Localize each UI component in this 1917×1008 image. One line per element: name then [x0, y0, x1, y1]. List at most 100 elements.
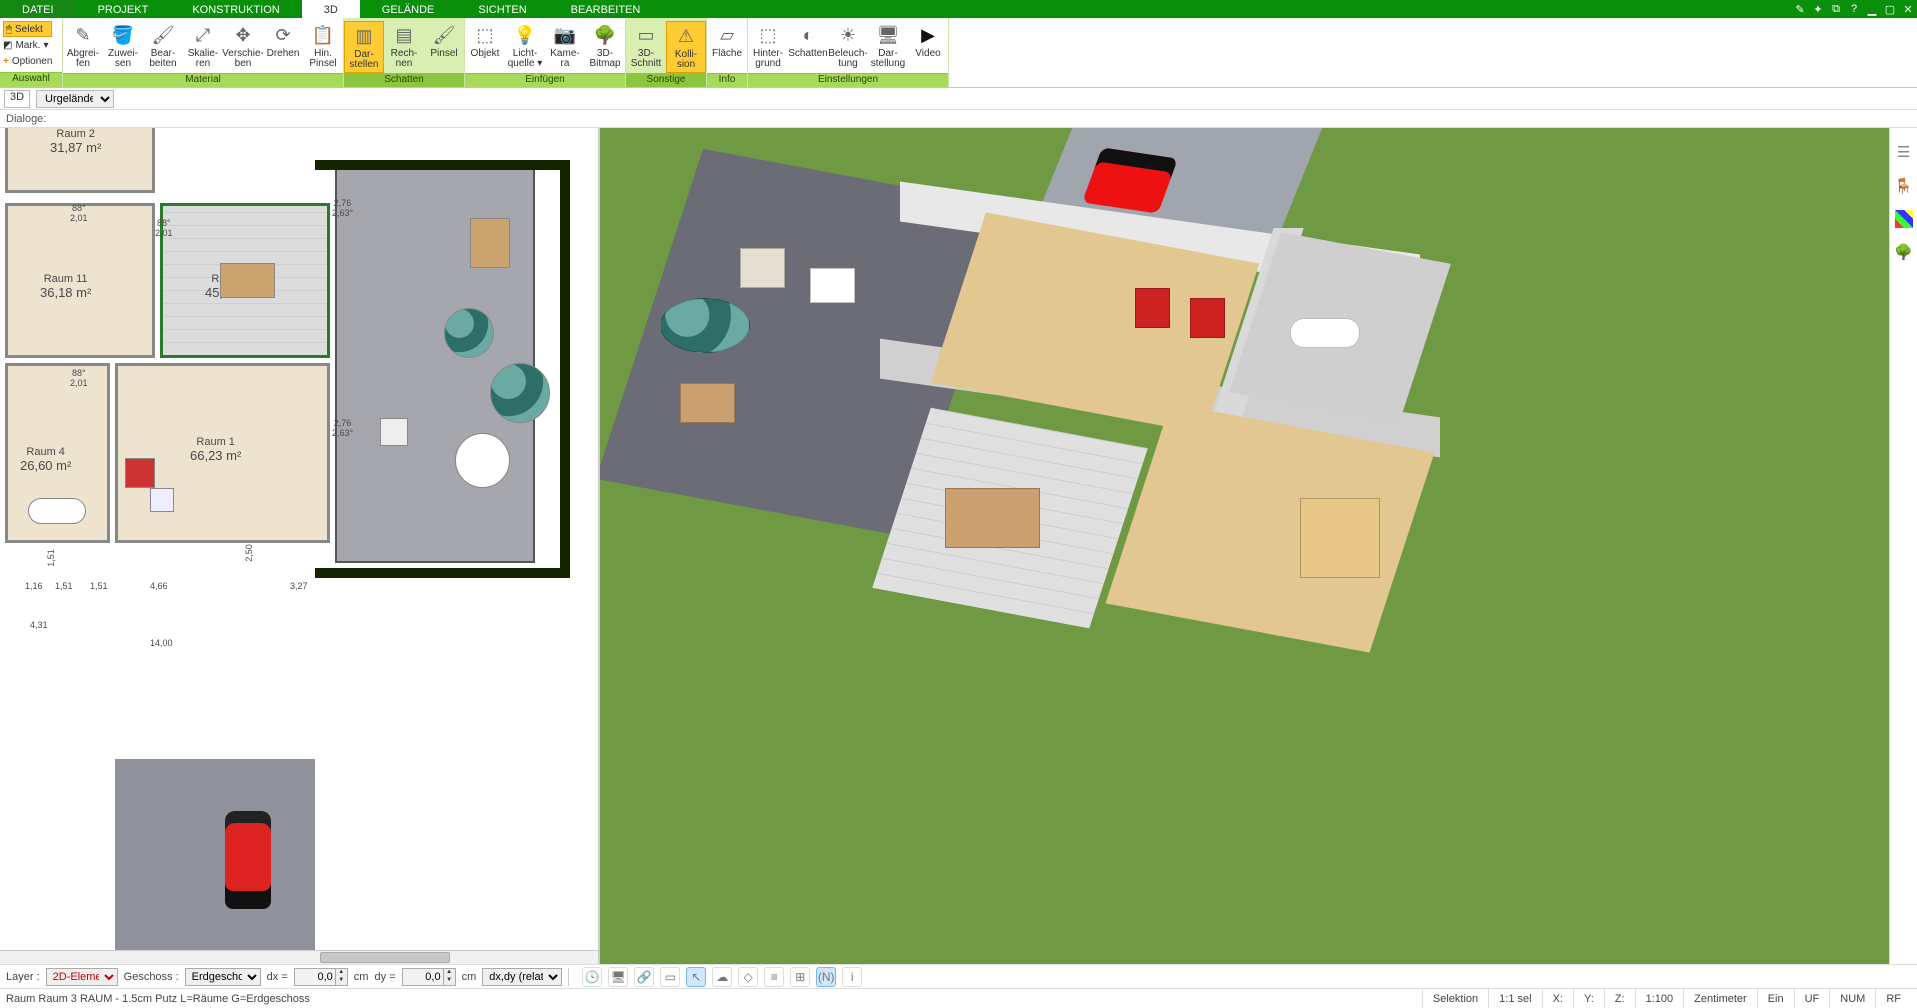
verschieben-button[interactable]: ✥Verschie-ben — [223, 21, 263, 73]
edit-brush-icon: 🖌 — [151, 23, 175, 47]
chair-catalog-icon[interactable]: 🪑 — [1894, 176, 1914, 196]
scrollbar-2d-horizontal[interactable] — [0, 950, 598, 964]
pencil-icon[interactable]: ✎ — [1791, 0, 1809, 18]
3d-schnitt-button[interactable]: ▭3D-Schnitt — [626, 21, 666, 73]
selekt-button[interactable]: 🖱 Selekt — [3, 21, 52, 37]
rechnen-button[interactable]: ▤Rech-nen — [384, 21, 424, 73]
schatten-set-button[interactable]: ◐Schatten — [788, 21, 828, 73]
view-3d[interactable] — [600, 128, 1889, 964]
kamera-button[interactable]: 📷Kame-ra — [545, 21, 585, 73]
table-2d[interactable] — [150, 488, 174, 512]
dy-label: dy = — [374, 971, 395, 983]
cloud-icon[interactable]: ☁ — [712, 967, 732, 987]
darstellen-button[interactable]: ▥Dar-stellen — [344, 21, 384, 73]
layer-label: Layer : — [6, 971, 40, 983]
lichtquelle-button[interactable]: 💡Licht-quelle ▾ — [505, 21, 545, 73]
minimize-icon[interactable]: ▁ — [1863, 0, 1881, 18]
geschoss-dropdown[interactable]: Erdgeschos — [185, 968, 261, 986]
lounge-chair-3d[interactable] — [740, 248, 785, 288]
right-toolbar: ☰ 🪑 🌳 — [1889, 128, 1917, 964]
dy-input[interactable] — [402, 968, 444, 986]
terrain-dropdown[interactable]: Urgelände — [36, 90, 114, 108]
link-icon[interactable]: ✦ — [1809, 0, 1827, 18]
workspace: Raum 231,87 m² Raum 1136,18 m² Raum 345,… — [0, 128, 1917, 964]
section-icon: ▭ — [634, 23, 658, 47]
menu-tab-sichten[interactable]: SICHTEN — [456, 0, 548, 18]
umbrella-2d[interactable] — [490, 363, 550, 423]
hin-pinsel-button[interactable]: 📋Hin.Pinsel — [303, 21, 343, 73]
armchair2-3d[interactable] — [1190, 298, 1225, 338]
zuweisen-button[interactable]: 🪣Zuwei-sen — [103, 21, 143, 73]
drehen-button[interactable]: ⟳Drehen — [263, 21, 303, 73]
camera-icon: 📷 — [553, 23, 577, 47]
flaeche-button[interactable]: ▱Fläche — [707, 21, 747, 73]
menu-tab-konstruktion[interactable]: KONSTRUKTION — [170, 0, 301, 18]
clock-icon[interactable]: 🕓 — [582, 967, 602, 987]
bathtub-3d[interactable] — [1290, 318, 1360, 348]
palette-icon[interactable] — [1895, 210, 1913, 228]
pinsel-button[interactable]: 🖌Pinsel — [424, 21, 464, 73]
ribbon-group-sonstige-title: Sonstige — [626, 73, 706, 87]
new-window-icon[interactable]: ⧉ — [1827, 0, 1845, 18]
table-3d[interactable] — [810, 268, 855, 303]
beleuchtung-button[interactable]: ☀Beleuch-tung — [828, 21, 868, 73]
tree-catalog-icon[interactable]: 🌳 — [1894, 242, 1914, 262]
darstellung-button[interactable]: 🖥Dar-stellung — [868, 21, 908, 73]
kollision-button[interactable]: ⚠Kolli-sion — [666, 21, 706, 73]
stairs-3d[interactable] — [1300, 498, 1380, 578]
abgreifen-button[interactable]: ✎Abgrei-fen — [63, 21, 103, 73]
bench-3d[interactable] — [680, 383, 735, 423]
umbrella-3d[interactable] — [660, 298, 750, 353]
objekt-button[interactable]: ⬚Objekt — [465, 21, 505, 73]
dining-table-2d[interactable] — [220, 263, 275, 298]
dx-spinner[interactable]: ▲▼ — [336, 968, 348, 986]
box-icon[interactable]: ▭ — [660, 967, 680, 987]
grid-icon[interactable]: ⊞ — [790, 967, 810, 987]
view-2d[interactable]: Raum 231,87 m² Raum 1136,18 m² Raum 345,… — [0, 128, 600, 964]
umbrella2-2d[interactable] — [444, 308, 494, 358]
round-table-2d[interactable] — [455, 433, 510, 488]
dining-table-3d[interactable] — [945, 488, 1040, 548]
menu-tab-datei[interactable]: DATEI — [0, 0, 76, 18]
layer-dropdown[interactable]: 2D-Elemen — [46, 968, 118, 986]
mark-dropdown[interactable]: ◩ Mark. ▾ — [3, 37, 52, 53]
3d-bitmap-button[interactable]: 🌳3D-Bitmap — [585, 21, 625, 73]
sofa-2d[interactable] — [125, 458, 155, 488]
armchair-3d[interactable] — [1135, 288, 1170, 328]
bench-2d[interactable] — [470, 218, 510, 268]
cursor-icon[interactable]: ↖ — [686, 967, 706, 987]
menu-tab-projekt[interactable]: PROJEKT — [76, 0, 171, 18]
monitor-icon[interactable]: 🖥 — [608, 967, 628, 987]
menu-tab-gelaende[interactable]: GELÄNDE — [360, 0, 457, 18]
diamond-icon[interactable]: ◇ — [738, 967, 758, 987]
lighting-icon: ☀ — [836, 23, 860, 47]
ribbon: 🖱 Selekt ◩ Mark. ▾ + Optionen Auswahl ✎A… — [0, 18, 1917, 88]
coord-mode-dropdown[interactable]: dx,dy (relativ ka — [482, 968, 562, 986]
bathtub-2d[interactable] — [28, 498, 86, 524]
layers-icon[interactable]: ☰ — [1894, 142, 1914, 162]
bearbeiten-button[interactable]: 🖌Bear-beiten — [143, 21, 183, 73]
close-icon[interactable]: ✕ — [1899, 0, 1917, 18]
link-tool-icon[interactable]: 🔗 — [634, 967, 654, 987]
maximize-icon[interactable]: ▢ — [1881, 0, 1899, 18]
menu-tab-3d[interactable]: 3D — [302, 0, 360, 18]
background-icon: ⬚ — [756, 23, 780, 47]
dy-spinner[interactable]: ▲▼ — [444, 968, 456, 986]
video-button[interactable]: ▶Video — [908, 21, 948, 73]
optionen-button[interactable]: + Optionen — [3, 53, 52, 69]
brush-back-icon: 📋 — [311, 23, 335, 47]
lines-icon[interactable]: ≡ — [764, 967, 784, 987]
info-icon[interactable]: i — [842, 967, 862, 987]
skalieren-button[interactable]: ⤢Skalie-ren — [183, 21, 223, 73]
bracket-icon[interactable]: (N) — [816, 967, 836, 987]
menu-tab-bearbeiten[interactable]: BEARBEITEN — [549, 0, 663, 18]
collision-icon: ⚠ — [674, 24, 698, 48]
status-ein: Ein — [1757, 989, 1794, 1008]
chair-2d[interactable] — [380, 418, 408, 446]
context-bar: 3D Urgelände — [0, 88, 1917, 110]
help-icon[interactable]: ? — [1845, 0, 1863, 18]
car-2d[interactable] — [225, 811, 271, 909]
dx-input[interactable] — [294, 968, 336, 986]
hintergrund-button[interactable]: ⬚Hinter-grund — [748, 21, 788, 73]
object-icon: ⬚ — [473, 23, 497, 47]
